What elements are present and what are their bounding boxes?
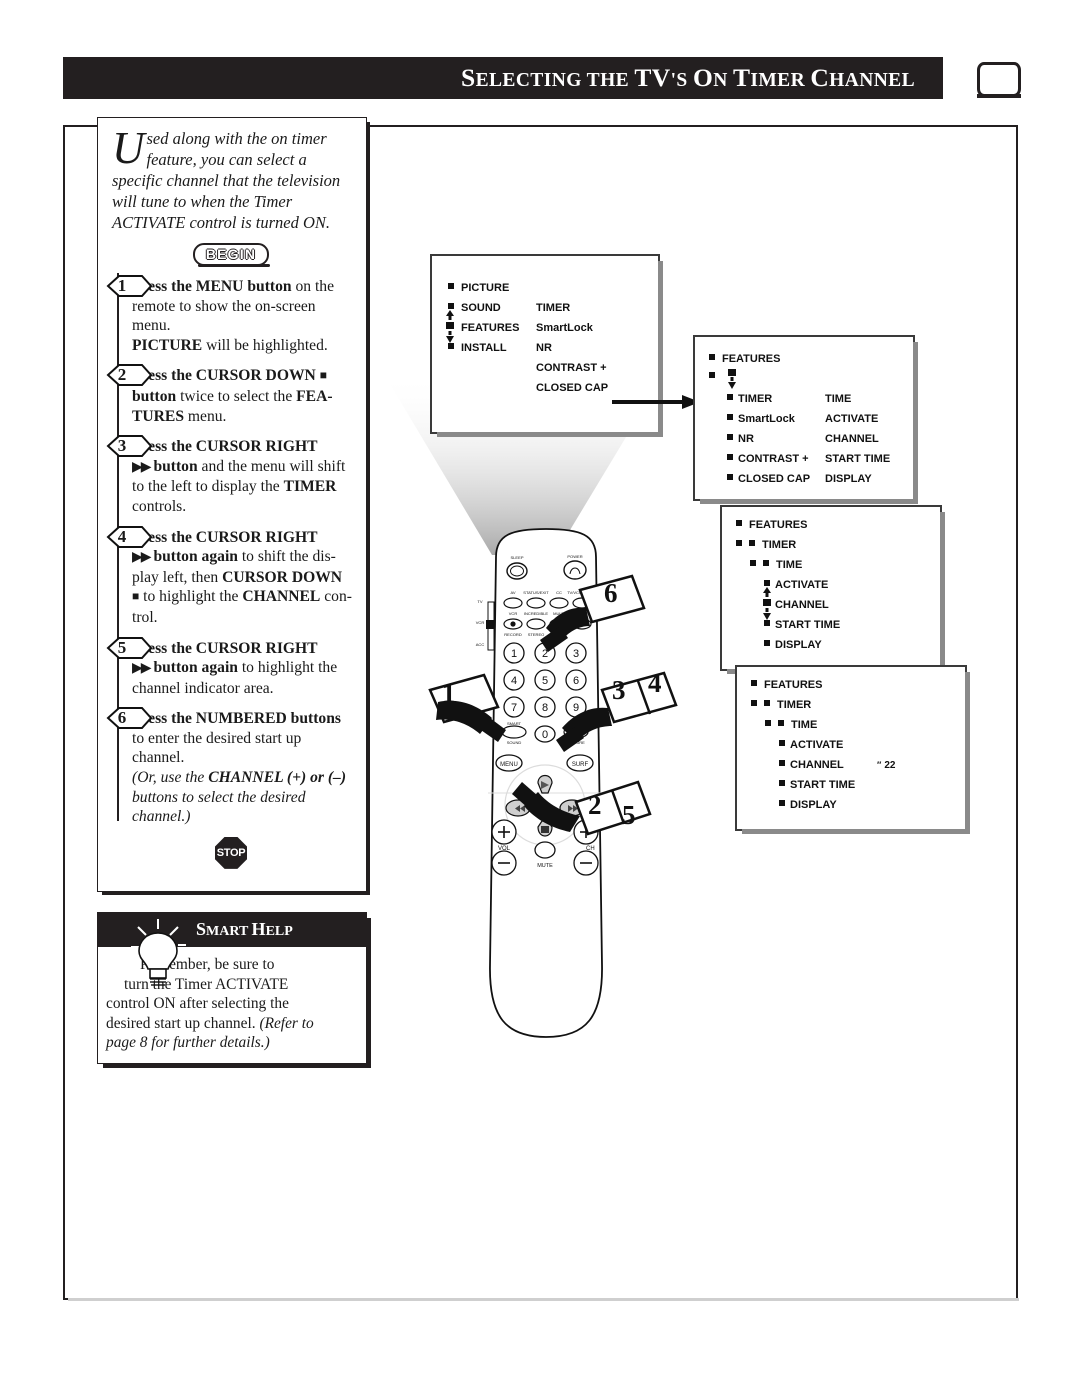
callout-number-6: 6 xyxy=(604,578,618,608)
step-4-line5: trol. xyxy=(132,608,158,626)
step-2-line3-bold: TURES xyxy=(132,407,184,425)
callout-layer xyxy=(428,574,678,836)
begin-badge-wrap: BEGIN xyxy=(106,243,356,267)
smart-help-line4: desired start up channel. xyxy=(106,1014,260,1032)
step-4-line3: play left, then xyxy=(132,568,223,586)
step-4-line4-rest: con- xyxy=(320,588,352,606)
step-number: 6 xyxy=(117,708,127,728)
callout-number-2: 2 xyxy=(588,790,602,820)
step-1-line1-bold: Press the MENU button xyxy=(132,278,292,295)
step-3-line3-bold: TIMER xyxy=(283,478,337,496)
step-5-line1-bold: Press the CURSOR RIGHT xyxy=(132,639,318,657)
step-6-line1-bold: Press the NUMBERED buttons xyxy=(132,710,341,728)
step-number: 5 xyxy=(117,637,127,657)
smart-help-italic1: (Refer to xyxy=(259,1014,314,1032)
cursor-down-square-icon: ■ xyxy=(319,368,327,383)
step-number: 4 xyxy=(117,526,127,546)
step-3-line3: to the left to display the xyxy=(132,478,284,496)
intro-paragraph: Used along with the on timer feature, yo… xyxy=(106,126,356,233)
page-title: SELECTING THE TV'S ON TIMER CHANNEL xyxy=(461,63,915,92)
step-4-line2-bold: button again xyxy=(153,548,238,566)
step-4-line4: to highlight the xyxy=(139,588,243,606)
step-number-marker: 2 xyxy=(106,363,152,388)
smart-help-italic2: page 8 for further details.) xyxy=(106,1034,270,1052)
step-1-line2: remote to show the on-screen menu. xyxy=(132,297,316,335)
step-6-line2: to enter the desired start up channel. xyxy=(132,729,302,767)
instructions-panel: Used along with the on timer feature, yo… xyxy=(97,117,370,895)
step-4-line1-bold: Press the CURSOR RIGHT xyxy=(132,528,318,546)
step-number: 3 xyxy=(117,436,127,456)
cursor-right-arrows-icon: ▶▶ xyxy=(132,459,151,475)
step-6: 6 Press the NUMBERED buttons to enter th… xyxy=(106,705,356,827)
step-6-line4-italic: buttons to select the desired channel.) xyxy=(132,788,306,826)
cursor-right-arrows-icon: ▶▶ xyxy=(132,550,151,566)
step-2-line2-bold2: FEA- xyxy=(296,387,333,405)
step-4-line3-bold: CURSOR DOWN xyxy=(222,568,343,586)
tv-screen-icon xyxy=(977,62,1021,98)
step-2-line1-bold: Press the CURSOR DOWN xyxy=(132,367,316,385)
step-number-marker: 3 xyxy=(106,434,152,459)
callout-number-5: 5 xyxy=(622,800,636,830)
step-5-line3: channel indicator area. xyxy=(132,679,274,697)
step-number-marker: 5 xyxy=(106,636,152,661)
smart-help-title: SMART HELP xyxy=(196,919,293,939)
step-4: 4 Press the CURSOR RIGHT ▶▶ button again… xyxy=(106,523,356,639)
callout-number-4: 4 xyxy=(648,668,662,698)
step-3-line2-rest: and the menu will shift xyxy=(197,457,346,475)
step-4-line4-bold: CHANNEL xyxy=(242,588,321,606)
step-number-marker: 1 xyxy=(106,274,152,299)
step-4-line2-rest: to shift the dis- xyxy=(237,548,336,566)
step-2-line2-rest: twice to select the xyxy=(176,387,297,405)
step-5: 5 Press the CURSOR RIGHT ▶▶ button again… xyxy=(106,634,356,710)
step-3: 3 Press the CURSOR RIGHT ▶▶ button and t… xyxy=(106,433,356,528)
step-number: 1 xyxy=(117,276,127,295)
step-2-line2-bold: button xyxy=(132,387,177,405)
step-1-line3-rest: will be highlighted. xyxy=(202,336,328,354)
illustration-area: PICTURE SOUND FEATURES INSTALL TIMER Sma… xyxy=(380,130,1020,1070)
stop-sign-icon: STOP xyxy=(215,836,247,869)
step-3-line1-bold: Press the CURSOR RIGHT xyxy=(132,438,318,456)
page-title-bar: SELECTING THE TV'S ON TIMER CHANNEL xyxy=(63,57,943,99)
cursor-down-square-icon: ■ xyxy=(132,589,140,604)
smart-help-panel: SMART HELP Remember, be sure to turn the… xyxy=(97,912,371,1068)
step-6-line3-bolditalic: CHANNEL (+) or (–) xyxy=(208,769,347,787)
step-6-line3-italic: (Or, use the xyxy=(132,769,209,787)
callout-6 xyxy=(540,574,646,652)
step-number-marker: 6 xyxy=(106,706,152,731)
step-2-line3-rest: menu. xyxy=(184,407,227,425)
step-number-marker: 4 xyxy=(106,525,152,550)
step-3-line2-bold: button xyxy=(153,457,198,475)
step-1-line3-bold: PICTURE xyxy=(132,336,203,354)
step-5-line2-bold: button again xyxy=(153,659,238,677)
step-number: 2 xyxy=(117,365,127,385)
step-3-line4: controls. xyxy=(132,497,187,515)
callout-number-3: 3 xyxy=(612,675,626,705)
intro-text: sed along with the on timer feature, you… xyxy=(112,129,341,232)
intro-dropcap: U xyxy=(112,123,145,173)
callout-number-1: 1 xyxy=(442,678,456,708)
step-1: 1 Press the MENU button on the remote to… xyxy=(106,273,356,367)
cursor-right-arrows-icon: ▶▶ xyxy=(132,661,151,677)
stop-badge-wrap: STOP xyxy=(106,836,356,869)
step-1-line1-rest: on the xyxy=(291,278,334,295)
step-5-line2-rest: to highlight the xyxy=(237,659,338,677)
step-2: 2 Press the CURSOR DOWN ■ button twice t… xyxy=(106,362,356,438)
begin-badge: BEGIN xyxy=(192,243,271,267)
smart-help-line3: control ON after selecting the xyxy=(106,995,289,1013)
lightbulb-icon xyxy=(131,919,186,986)
